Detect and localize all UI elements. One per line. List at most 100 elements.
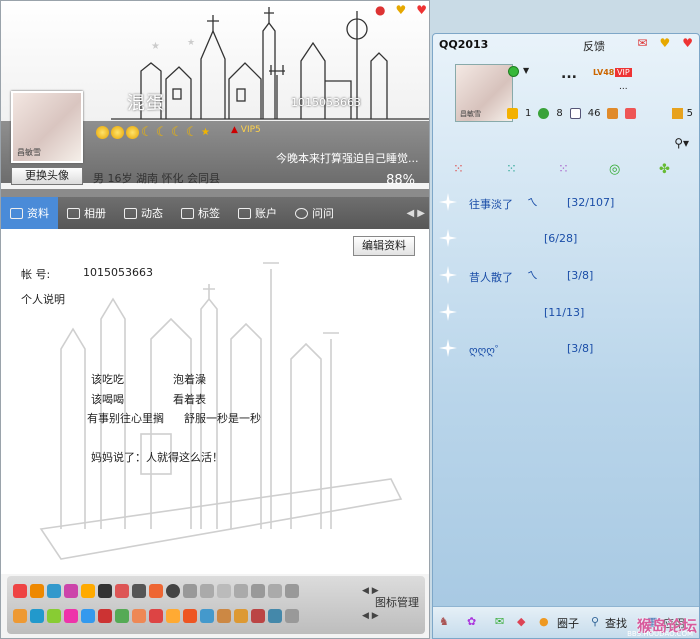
circle-link[interactable]: 圈子 xyxy=(557,615,579,631)
fire-icon[interactable] xyxy=(149,584,163,598)
search-icon[interactable]: ⚲ xyxy=(591,615,599,628)
fire-service-icon[interactable] xyxy=(149,609,163,623)
tab-ask[interactable]: 问问 xyxy=(286,197,343,229)
penguin-icon[interactable] xyxy=(625,108,637,119)
phone-icon[interactable] xyxy=(200,609,214,623)
clover-tab-icon[interactable]: ✤ xyxy=(659,162,670,177)
star-icon[interactable] xyxy=(507,108,518,119)
groups-tab-icon[interactable]: ⁙ xyxy=(506,162,517,177)
pet-icon[interactable] xyxy=(607,108,619,119)
contacts-tab-icon[interactable]: ⁙ xyxy=(453,162,464,177)
qq-right-counter[interactable]: 5 xyxy=(671,108,693,119)
contact-group[interactable]: [11/13] xyxy=(433,299,699,327)
contact-group[interactable]: ღღღ゜ [3/8] xyxy=(433,335,699,363)
service-icon-row xyxy=(13,609,299,623)
tab-profile[interactable]: 资料 xyxy=(1,197,58,229)
mail-icon[interactable] xyxy=(569,108,581,119)
music-icon[interactable] xyxy=(64,584,78,598)
zone-icon[interactable] xyxy=(538,108,550,119)
online-status-icon[interactable] xyxy=(508,66,519,77)
diamond-gray-icon[interactable] xyxy=(251,584,265,598)
discussions-tab-icon[interactable]: ⁙ xyxy=(558,162,569,177)
car-icon[interactable] xyxy=(115,584,129,598)
level-badge[interactable]: LV48 xyxy=(593,68,614,77)
sun-level-icon xyxy=(96,126,109,139)
dog-pet-icon[interactable]: ♞ xyxy=(439,615,449,628)
icon-manager-link[interactable]: 图标管理 xyxy=(375,594,419,610)
qq-contact-tabs: ⁙ ⁙ ⁙ ◎ ✤ xyxy=(433,162,699,182)
pet-icon[interactable] xyxy=(81,584,95,598)
book-icon[interactable] xyxy=(251,609,265,623)
feedback-link[interactable]: 反馈 xyxy=(583,38,605,54)
penguin-black-icon[interactable] xyxy=(98,584,112,598)
qq-window-controls: ✉ ♥ ♥ xyxy=(637,36,693,50)
qq-signature[interactable]: ... xyxy=(619,82,628,92)
gift-icon[interactable] xyxy=(64,609,78,623)
notification-icon[interactable]: ● xyxy=(375,3,385,17)
diamond-icon[interactable] xyxy=(166,584,180,598)
wallet-icon[interactable]: ● xyxy=(539,615,549,628)
flower-icon[interactable]: ✿ xyxy=(467,615,476,628)
profile-content: 编辑资料 帐 号: 1015053663 个人说明 该吃吃 泡着澡 该喝喝 看着… xyxy=(1,229,429,574)
star-count: 1 xyxy=(525,108,532,119)
diamond-gray-icon[interactable] xyxy=(234,584,248,598)
more-service-icon[interactable] xyxy=(285,609,299,623)
tab-account[interactable]: 账户 xyxy=(229,197,286,229)
icon-row-arrows[interactable]: ◀ ▶ xyxy=(362,611,379,621)
medal-row[interactable]: ☾ ☾ ☾ ☾ ★ xyxy=(96,126,214,139)
farm-icon[interactable] xyxy=(47,609,61,623)
diamond-gray-icon[interactable] xyxy=(285,584,299,598)
profile-avatar[interactable]: 昌敏雪 xyxy=(11,91,83,163)
music-service-icon[interactable] xyxy=(268,609,282,623)
diamond-gray-icon[interactable] xyxy=(183,584,197,598)
heart-icon[interactable]: ♥ xyxy=(416,3,427,17)
heart-service-icon[interactable] xyxy=(98,609,112,623)
edit-profile-button[interactable]: 编辑资料 xyxy=(353,236,415,256)
group-count: [3/8] xyxy=(567,342,594,355)
tab-tags[interactable]: 标签 xyxy=(172,197,229,229)
game-icon[interactable] xyxy=(47,584,61,598)
search-icon[interactable]: ⚲▾ xyxy=(674,136,689,150)
video-icon[interactable] xyxy=(81,609,95,623)
heart-icon[interactable]: ♥ xyxy=(682,36,693,50)
profile-signature[interactable]: 今晚本来打算强迫自己睡觉... xyxy=(276,150,419,166)
contact-group[interactable]: 昔人散了 ㄟ [3/8] xyxy=(433,262,699,290)
group-count: [3/8] xyxy=(567,269,594,282)
tools-icon[interactable] xyxy=(217,609,231,623)
qq-avatar[interactable]: 昌敏雪 xyxy=(455,64,513,122)
mail-icon[interactable]: ✉ xyxy=(495,615,504,628)
star-gray-icon[interactable] xyxy=(217,584,231,598)
profile-qq-number: 1015053663 xyxy=(291,96,361,109)
chevron-down-icon[interactable]: ▼ xyxy=(523,66,529,75)
contact-group[interactable]: 往事淡了 ㄟ [32/107] xyxy=(433,189,699,217)
flag-icon[interactable] xyxy=(183,609,197,623)
mail-service-icon[interactable] xyxy=(132,609,146,623)
leaf-icon[interactable] xyxy=(115,609,129,623)
film-icon[interactable] xyxy=(132,584,146,598)
find-link[interactable]: 查找 xyxy=(605,615,627,631)
zone-tab-icon[interactable]: ◎ xyxy=(609,162,620,177)
change-avatar-button[interactable]: 更换头像 xyxy=(11,167,83,185)
moon-level-icon: ☾ xyxy=(186,125,198,140)
diamond-gray-icon[interactable] xyxy=(200,584,214,598)
penguin-icon[interactable] xyxy=(30,584,44,598)
star-level-icon: ★ xyxy=(201,127,210,138)
zone-icon[interactable] xyxy=(30,609,44,623)
star-service-icon[interactable] xyxy=(13,609,27,623)
trophy-icon[interactable] xyxy=(234,609,248,623)
tab-feed[interactable]: 动态 xyxy=(115,197,172,229)
tab-album[interactable]: 相册 xyxy=(58,197,115,229)
group-count: [6/28] xyxy=(544,232,578,245)
tab-scroll-arrows[interactable]: ◀ ▶ xyxy=(406,208,429,219)
vip-badge[interactable]: VIP xyxy=(615,68,632,77)
moon-level-icon: ☾ xyxy=(171,125,183,140)
vip-badge[interactable]: ▲ VIP5 xyxy=(231,125,261,135)
contact-group[interactable]: [6/28] xyxy=(433,225,699,253)
message-box-icon[interactable]: ✉ xyxy=(637,36,647,50)
skin-icon[interactable]: ♥ xyxy=(395,3,406,17)
skin-icon[interactable]: ♥ xyxy=(659,36,670,50)
fish-icon[interactable]: ◆ xyxy=(517,615,525,628)
qq-show-icon[interactable] xyxy=(13,584,27,598)
diamond-gray-icon[interactable] xyxy=(268,584,282,598)
crown-icon[interactable] xyxy=(166,609,180,623)
